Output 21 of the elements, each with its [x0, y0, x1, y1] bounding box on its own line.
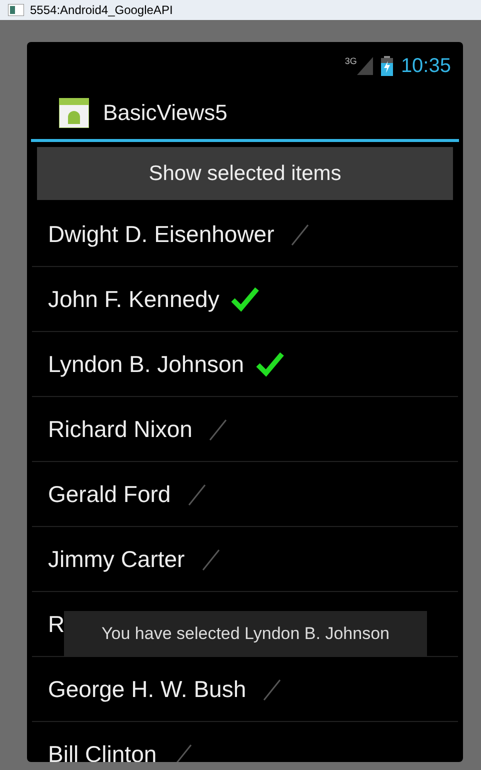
- list-item-label[interactable]: Jimmy Carter: [48, 542, 185, 576]
- list-item-label[interactable]: Gerald Ford: [48, 476, 171, 512]
- list-item-label[interactable]: Bill Clinton: [48, 736, 157, 762]
- list-item-label[interactable]: John F. Kennedy: [48, 282, 220, 316]
- network-label: 3G: [344, 57, 357, 66]
- app-title: BasicViews5: [103, 99, 228, 127]
- window-title: 5554:Android4_GoogleAPI: [30, 2, 173, 19]
- battery-icon: [380, 56, 393, 76]
- clock-time: 10:35: [400, 54, 451, 79]
- list-item-label[interactable]: R: [48, 606, 65, 642]
- selection-toast: You have selected Lyndon B. Johnson: [64, 611, 427, 657]
- list-item-label[interactable]: Dwight D. Eisenhower: [48, 216, 274, 252]
- checkmark-icon[interactable]: [256, 351, 284, 377]
- list-item-label[interactable]: Richard Nixon: [48, 412, 192, 446]
- signal-icon: [356, 57, 373, 75]
- list-item-label[interactable]: Lyndon B. Johnson: [48, 346, 244, 382]
- android-icon: [59, 98, 89, 128]
- app-icon: [8, 4, 24, 16]
- show-selected-button[interactable]: Show selected items: [37, 147, 453, 200]
- list-item-label[interactable]: George H. W. Bush: [48, 672, 246, 706]
- checkmark-icon[interactable]: [231, 286, 260, 312]
